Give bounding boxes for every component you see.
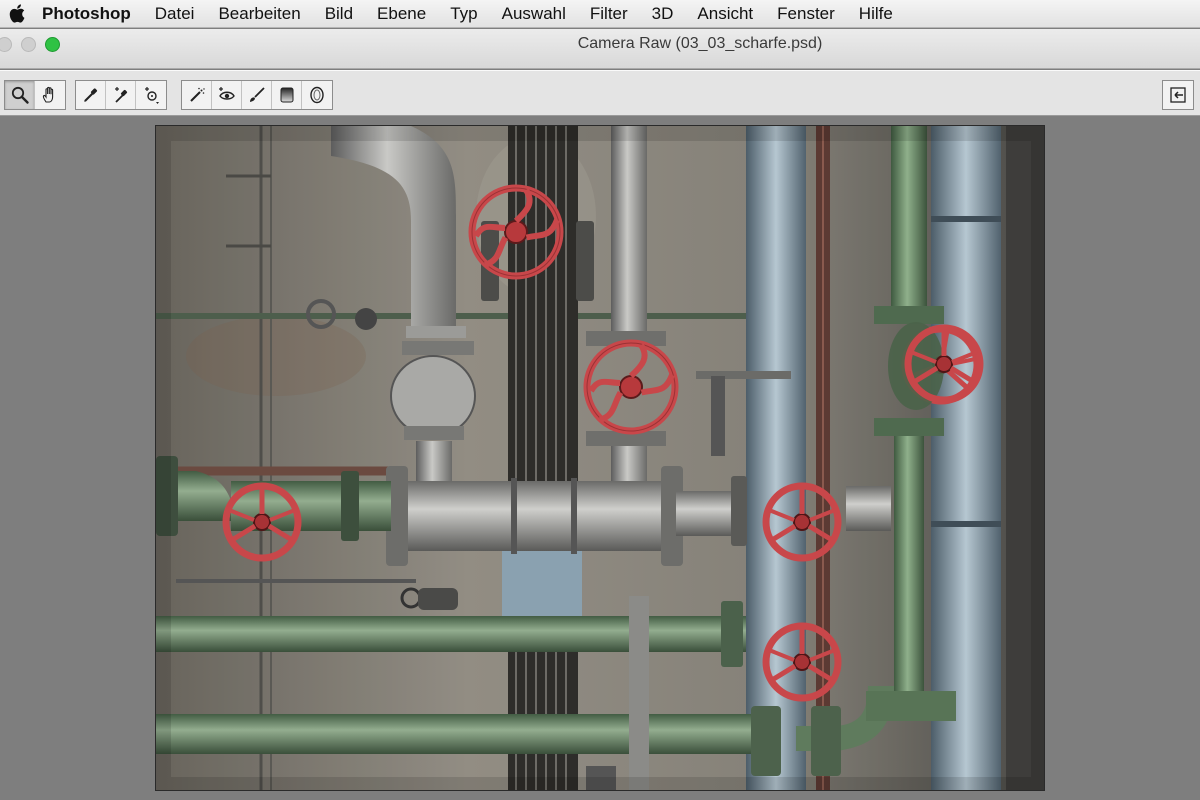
adjustment-brush-icon bbox=[249, 87, 265, 102]
radial-filter-tool-button[interactable] bbox=[302, 81, 332, 109]
red-eye-icon bbox=[218, 87, 235, 100]
camera-raw-toolbar bbox=[0, 70, 1200, 116]
preview-canvas[interactable] bbox=[0, 117, 1200, 800]
menu-bar: Photoshop Datei Bearbeiten Bild Ebene Ty… bbox=[0, 0, 1200, 28]
menu-fenster[interactable]: Fenster bbox=[765, 4, 847, 24]
menu-ansicht[interactable]: Ansicht bbox=[685, 4, 765, 24]
menu-datei[interactable]: Datei bbox=[143, 4, 207, 24]
color-sampler-icon bbox=[114, 87, 127, 103]
menu-3d[interactable]: 3D bbox=[640, 4, 686, 24]
menu-ebene[interactable]: Ebene bbox=[365, 4, 438, 24]
graduated-filter-tool-button[interactable] bbox=[272, 81, 302, 109]
menu-hilfe[interactable]: Hilfe bbox=[847, 4, 905, 24]
window-titlebar: Camera Raw (03_03_scharfe.psd) bbox=[0, 29, 1200, 69]
menu-photoshop[interactable]: Photoshop bbox=[34, 4, 143, 24]
window-title: Camera Raw (03_03_scharfe.psd) bbox=[577, 35, 823, 52]
white-balance-tool-button[interactable] bbox=[76, 81, 106, 109]
navigation-tool-group bbox=[4, 80, 66, 110]
color-sampler-tool-button[interactable] bbox=[106, 81, 136, 109]
open-in-photoshop-icon bbox=[1170, 87, 1186, 103]
retouch-tool-group bbox=[181, 80, 333, 110]
pipes-photo-image bbox=[156, 126, 1044, 790]
targeted-adjustment-icon bbox=[145, 87, 159, 104]
hand-tool-button[interactable] bbox=[35, 81, 65, 109]
photo-preview[interactable] bbox=[155, 125, 1045, 791]
menu-typ[interactable]: Typ bbox=[438, 4, 489, 24]
hand-icon bbox=[42, 86, 54, 103]
apple-icon[interactable] bbox=[0, 4, 34, 23]
menu-filter[interactable]: Filter bbox=[578, 4, 640, 24]
menu-bearbeiten[interactable]: Bearbeiten bbox=[206, 4, 312, 24]
spot-removal-icon bbox=[189, 87, 205, 102]
targeted-adjustment-tool-button[interactable] bbox=[136, 81, 166, 109]
open-in-photoshop-button[interactable] bbox=[1162, 80, 1194, 110]
spot-removal-tool-button[interactable] bbox=[182, 81, 212, 109]
menu-bild[interactable]: Bild bbox=[313, 4, 365, 24]
sampling-tool-group bbox=[75, 80, 167, 110]
menu-auswahl[interactable]: Auswahl bbox=[490, 4, 578, 24]
zoom-icon bbox=[11, 86, 29, 104]
graduated-filter-icon bbox=[280, 87, 293, 103]
radial-filter-icon bbox=[310, 86, 324, 104]
adjustment-brush-tool-button[interactable] bbox=[242, 81, 272, 109]
red-eye-tool-button[interactable] bbox=[212, 81, 242, 109]
white-balance-icon bbox=[83, 88, 97, 102]
zoom-tool-button[interactable] bbox=[5, 81, 35, 109]
